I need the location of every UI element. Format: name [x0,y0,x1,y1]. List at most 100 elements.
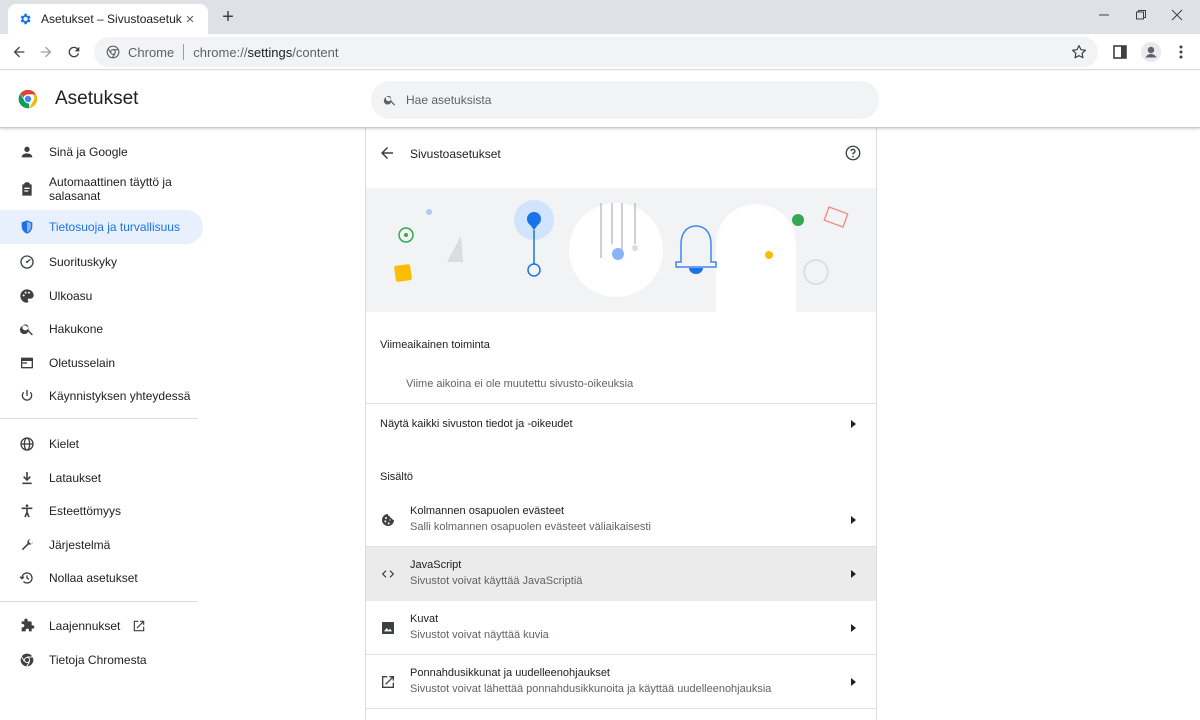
page-title: Sivustoasetukset [410,147,501,161]
star-icon[interactable] [1070,43,1088,61]
close-icon [1171,9,1183,21]
menu-button[interactable] [1168,39,1194,65]
sidebar-item-label: Ulkoasu [49,288,93,303]
permission-title: Ponnahdusikkunat ja uudelleenohjaukset [410,667,610,679]
permission-row-popups-redirects[interactable]: Ponnahdusikkunat ja uudelleenohjaukset S… [366,655,876,709]
avatar-icon [1141,42,1161,62]
sidebar-item-label: Oletusselain [49,355,116,370]
view-all-site-data-link[interactable]: Näytä kaikki sivuston tiedot ja -oikeude… [366,404,876,444]
settings-sidebar: Sinä ja Google Automaattinen täyttö ja s… [0,128,210,720]
reset-history-icon [18,569,36,587]
open-in-new-icon [379,673,397,691]
sidebar-divider [0,418,198,419]
sidebar-item-autofill[interactable]: Automaattinen täyttö ja salasanat [0,172,203,206]
tab-title: Asetukset – Sivustoasetukset [41,12,182,26]
permission-subtitle: Sivustot voivat lähettää ponnahdusikkuno… [410,683,772,695]
power-icon [18,387,36,405]
sidebar-item-search-engine[interactable]: Hakukone [0,315,203,342]
open-in-new-icon [134,620,145,631]
forward-button[interactable] [33,39,59,65]
settings-search-box[interactable] [371,81,879,119]
sidebar-item-accessibility[interactable]: Esteettömyys [0,497,203,524]
recent-activity-heading: Viimeaikainen toiminta [380,339,490,351]
permission-title: Kolmannen osapuolen evästeet [410,505,565,517]
permission-row-javascript[interactable]: JavaScript Sivustot voivat käyttää JavaS… [366,547,876,601]
tab-close-button[interactable]: × [182,11,198,28]
chrome-logo-icon [106,45,120,59]
clipboard-icon [18,180,36,198]
side-panel-button[interactable] [1107,39,1133,65]
wrench-icon [18,536,36,554]
reload-button[interactable] [61,39,87,65]
person-icon [18,143,36,161]
site-settings-card: Sivustoasetukset Viimeaikainen toiminta … [365,128,877,720]
close-window-button[interactable] [1154,0,1200,30]
url-host: settings [247,44,293,60]
palette-icon [18,287,36,305]
settings-title: Asetukset [55,88,139,109]
arrow-left-icon[interactable] [378,144,396,162]
restore-icon [1136,10,1146,20]
sidebar-item-on-startup[interactable]: Käynnistyksen yhteydessä [0,382,203,409]
permission-row-third-party-cookies[interactable]: Kolmannen osapuolen evästeet Salli kolma… [366,493,876,547]
sidebar-item-label: Suorituskyky [49,254,118,269]
sidebar-item-about-chrome[interactable]: Tietoja Chromesta [0,646,203,673]
chevron-right-icon [851,678,856,686]
side-panel-icon [1113,45,1127,59]
puzzle-icon [18,617,36,635]
url-scheme: chrome:// [193,44,248,60]
sidebar-item-performance[interactable]: Suorituskyky [0,248,203,275]
help-icon[interactable] [844,144,862,162]
sidebar-item-label: Hakukone [49,321,104,336]
omnibox-chrome-label: Chrome [128,44,175,60]
recent-activity-empty-message: Viime aikoina ei ole muutettu sivusto-oi… [406,378,634,390]
browser-toolbar: Chrome chrome://settings/content [0,34,1200,70]
arrow-left-icon [13,46,25,58]
sidebar-item-system[interactable]: Järjestelmä [0,531,203,558]
site-settings-illustration [366,188,876,312]
shield-icon [18,218,36,236]
sidebar-item-privacy-security[interactable]: Tietosuoja ja turvallisuus [0,210,203,244]
tab-strip: Asetukset – Sivustoasetukset × + [0,0,1200,34]
gear-icon [20,13,31,25]
sidebar-item-label: Kielet [49,436,80,451]
reload-icon [68,46,80,58]
omnibox-separator [183,44,185,60]
search-input[interactable] [406,93,846,107]
sidebar-item-label: Käynnistyksen yhteydessä [49,388,191,403]
row-divider [366,708,876,709]
sidebar-item-default-browser[interactable]: Oletusselain [0,349,203,376]
code-icon [379,565,397,583]
content-heading: Sisältö [380,471,414,483]
browser-tab-settings[interactable]: Asetukset – Sivustoasetukset × [8,4,208,34]
sidebar-item-languages[interactable]: Kielet [0,430,203,457]
sidebar-item-you-and-google[interactable]: Sinä ja Google [0,138,203,165]
url-text: chrome://settings/content [193,45,338,60]
chrome-logo-icon [18,89,38,109]
chevron-right-icon [851,420,856,428]
sidebar-item-downloads[interactable]: Lataukset [0,464,203,491]
sidebar-item-label: Järjestelmä [49,537,111,552]
profile-button[interactable] [1138,39,1164,65]
back-button[interactable] [6,39,32,65]
url-path: /content [292,44,339,60]
sidebar-item-label: Esteettömyys [49,503,122,518]
sidebar-item-label: Tietosuoja ja turvallisuus [49,220,180,234]
permission-subtitle: Sivustot voivat käyttää JavaScriptiä [410,575,583,587]
sidebar-item-label: Automaattinen täyttö ja salasanat [49,175,172,203]
permission-title: JavaScript [410,559,462,571]
card-header: Sivustoasetukset [366,128,876,188]
sidebar-item-label: Tietoja Chromesta [49,652,147,667]
new-tab-button[interactable]: + [218,7,238,27]
sidebar-item-appearance[interactable]: Ulkoasu [0,282,203,309]
address-bar[interactable]: Chrome chrome://settings/content [94,37,1098,67]
sidebar-item-extensions[interactable]: Laajennukset [0,612,203,639]
arrow-right-icon [40,46,52,58]
sidebar-item-reset-settings[interactable]: Nollaa asetukset [0,564,203,591]
download-icon [18,469,36,487]
permission-row-images[interactable]: Kuvat Sivustot voivat näyttää kuvia [366,601,876,655]
chevron-right-icon [851,624,856,632]
speedometer-icon [18,253,36,271]
chrome-logo-icon [18,651,36,669]
sidebar-divider [0,601,198,602]
